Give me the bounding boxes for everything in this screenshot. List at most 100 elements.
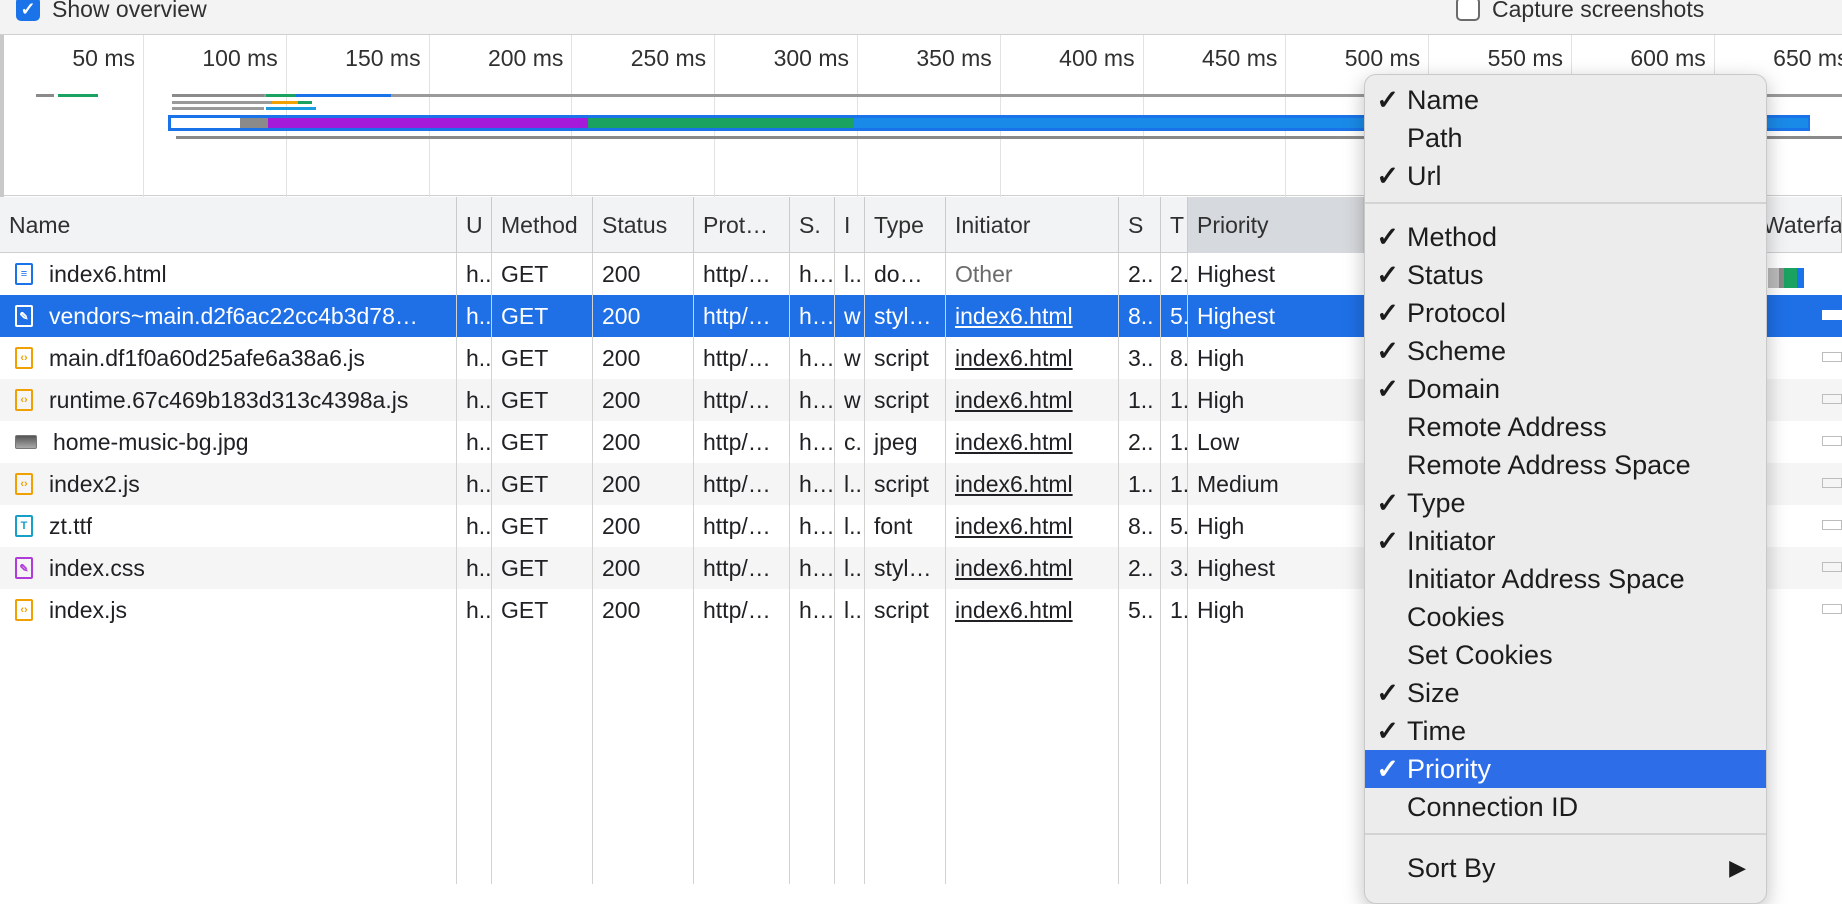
menu-item-scheme[interactable]: ✓ Scheme (1365, 332, 1766, 370)
waterfall-bar (1822, 604, 1842, 614)
image-icon (15, 435, 37, 449)
overview-bar (240, 118, 268, 128)
cell-protocol: http/… (703, 554, 771, 581)
cell-type: script (874, 596, 929, 623)
menu-item-size[interactable]: ✓ Size (1365, 674, 1766, 712)
column-context-menu: ✓ Name Path ✓ Url ✓ Method ✓ Status ✓ Protocol ✓ Sch… (1364, 74, 1767, 904)
column-header-initiator[interactable]: Initiator (946, 197, 1119, 253)
overview-tick-label: 350 ms (916, 45, 992, 71)
cell-type: script (874, 386, 929, 413)
document-icon: ≡ (15, 263, 33, 285)
menu-item-time[interactable]: ✓ Time (1365, 712, 1766, 750)
cell-initiator[interactable]: index6.html (946, 295, 1119, 337)
menu-item-url[interactable]: ✓ Url (1365, 157, 1766, 195)
cell-initiator[interactable]: index6.html (946, 505, 1119, 547)
request-name-cell[interactable]: ‹› index2.js (0, 463, 457, 505)
column-divider (1118, 253, 1119, 884)
overview-bar (296, 94, 391, 97)
menu-item-sort-by[interactable]: Sort By ▶ (1365, 849, 1766, 887)
request-name-cell[interactable]: Tzt.ttf (0, 505, 457, 547)
menu-item-status[interactable]: ✓ Status (1365, 256, 1766, 294)
menu-item-protocol[interactable]: ✓ Protocol (1365, 294, 1766, 332)
submenu-arrow-icon: ▶ (1729, 855, 1746, 880)
cell-type: do… (874, 260, 923, 287)
cell-initiator[interactable]: index6.html (946, 547, 1119, 589)
cell-scheme: h… (799, 260, 835, 287)
column-header-name[interactable]: Name (0, 197, 457, 253)
column-header-status[interactable]: Status (593, 197, 694, 253)
cell-priority: Medium (1197, 470, 1279, 497)
checkmark-icon: ✓ (1376, 160, 1399, 191)
request-name: index6.html (49, 260, 167, 287)
cell-type: styl… (874, 554, 932, 581)
column-header-method[interactable]: Method (492, 197, 593, 253)
request-name-cell[interactable]: ≡ index6.html (0, 253, 457, 295)
cell-url: h.. (466, 344, 492, 371)
column-header-priority[interactable]: Priority (1188, 197, 1364, 253)
menu-item-priority[interactable]: ✓ Priority (1365, 750, 1766, 788)
request-name-cell[interactable]: ‹› runtime.67c469b183d313c4398a.js (0, 379, 457, 421)
overview-bar (172, 101, 272, 104)
cell-initiator[interactable]: index6.html (946, 421, 1119, 463)
cell-initiator[interactable]: index6.html (946, 463, 1119, 505)
column-header-waterfall[interactable]: Waterfall (1755, 197, 1842, 253)
menu-item-remote-address[interactable]: Remote Address (1365, 408, 1766, 446)
menu-item-path[interactable]: Path (1365, 119, 1766, 157)
menu-item-type[interactable]: ✓ Type (1365, 484, 1766, 522)
menu-item-domain[interactable]: ✓ Domain (1365, 370, 1766, 408)
cell-status: 200 (602, 596, 641, 623)
checkmark-icon: ✓ (1376, 753, 1399, 784)
menu-item-label: Status (1407, 259, 1484, 290)
menu-item-label: Initiator Address Space (1407, 563, 1685, 594)
overview-bar (36, 94, 54, 97)
menu-item-connection-id[interactable]: Connection ID (1365, 788, 1766, 826)
menu-item-label: Set Cookies (1407, 639, 1553, 670)
overview-bar (268, 118, 588, 128)
cell-method: GET (501, 260, 549, 287)
cell-url: h.. (466, 554, 492, 581)
menu-item-cookies[interactable]: Cookies (1365, 598, 1766, 636)
cell-scheme: h… (799, 512, 835, 539)
overview-left-handle[interactable] (0, 35, 4, 197)
column-divider (693, 253, 694, 884)
request-name-cell[interactable]: ‹› main.df1f0a60d25afe6a38a6.js (0, 337, 457, 379)
request-name-cell[interactable]: ‹› index.js (0, 589, 457, 631)
show-overview-checkbox[interactable]: ✓ (16, 0, 40, 21)
request-name: runtime.67c469b183d313c4398a.js (49, 386, 409, 413)
column-header-domain[interactable]: I (835, 197, 865, 253)
column-header-protocol[interactable]: Prot… (694, 197, 790, 253)
menu-item-label: Method (1407, 221, 1498, 252)
cell-initiator[interactable]: index6.html (946, 379, 1119, 421)
font-icon: T (15, 515, 33, 537)
column-header-type[interactable]: Type (865, 197, 946, 253)
stylesheet-icon: ✎ (15, 557, 33, 579)
menu-item-method[interactable]: ✓ Method (1365, 218, 1766, 256)
request-name: home-music-bg.jpg (53, 428, 249, 455)
column-header-size[interactable]: S (1119, 197, 1161, 253)
menu-item-name[interactable]: ✓ Name (1365, 81, 1766, 119)
capture-screenshots-checkbox[interactable] (1456, 0, 1480, 21)
show-overview-label: Show overview (52, 0, 207, 22)
menu-item-remote-address-space[interactable]: Remote Address Space (1365, 446, 1766, 484)
menu-item-set-cookies[interactable]: Set Cookies (1365, 636, 1766, 674)
column-header-time[interactable]: T (1161, 197, 1188, 253)
menu-item-initiator-address-space[interactable]: Initiator Address Space (1365, 560, 1766, 598)
cell-initiator[interactable]: index6.html (946, 337, 1119, 379)
menu-item-initiator[interactable]: ✓ Initiator (1365, 522, 1766, 560)
cell-initiator[interactable]: index6.html (946, 589, 1119, 631)
request-name-cell[interactable]: home-music-bg.jpg (0, 421, 457, 463)
cell-scheme: h… (799, 344, 835, 371)
cell-size: 8.. (1128, 302, 1154, 329)
script-icon: ‹› (15, 389, 33, 411)
request-name-cell[interactable]: ✎ index.css (0, 547, 457, 589)
request-name-cell[interactable]: ✎ vendors~main.d2f6ac22cc4b3d78… (0, 295, 457, 337)
menu-item-label: Path (1407, 122, 1463, 153)
cell-initiator: Other (955, 260, 1013, 287)
column-header-scheme[interactable]: S. (790, 197, 835, 253)
column-header-url[interactable]: U (457, 197, 492, 253)
waterfall-bar (1822, 394, 1842, 404)
cell-protocol: http/… (703, 470, 771, 497)
show-overview-option[interactable]: ✓ Show overview (16, 0, 207, 24)
capture-screenshots-option[interactable]: Capture screenshots (1456, 0, 1704, 24)
overview-tick-label: 300 ms (773, 45, 849, 71)
